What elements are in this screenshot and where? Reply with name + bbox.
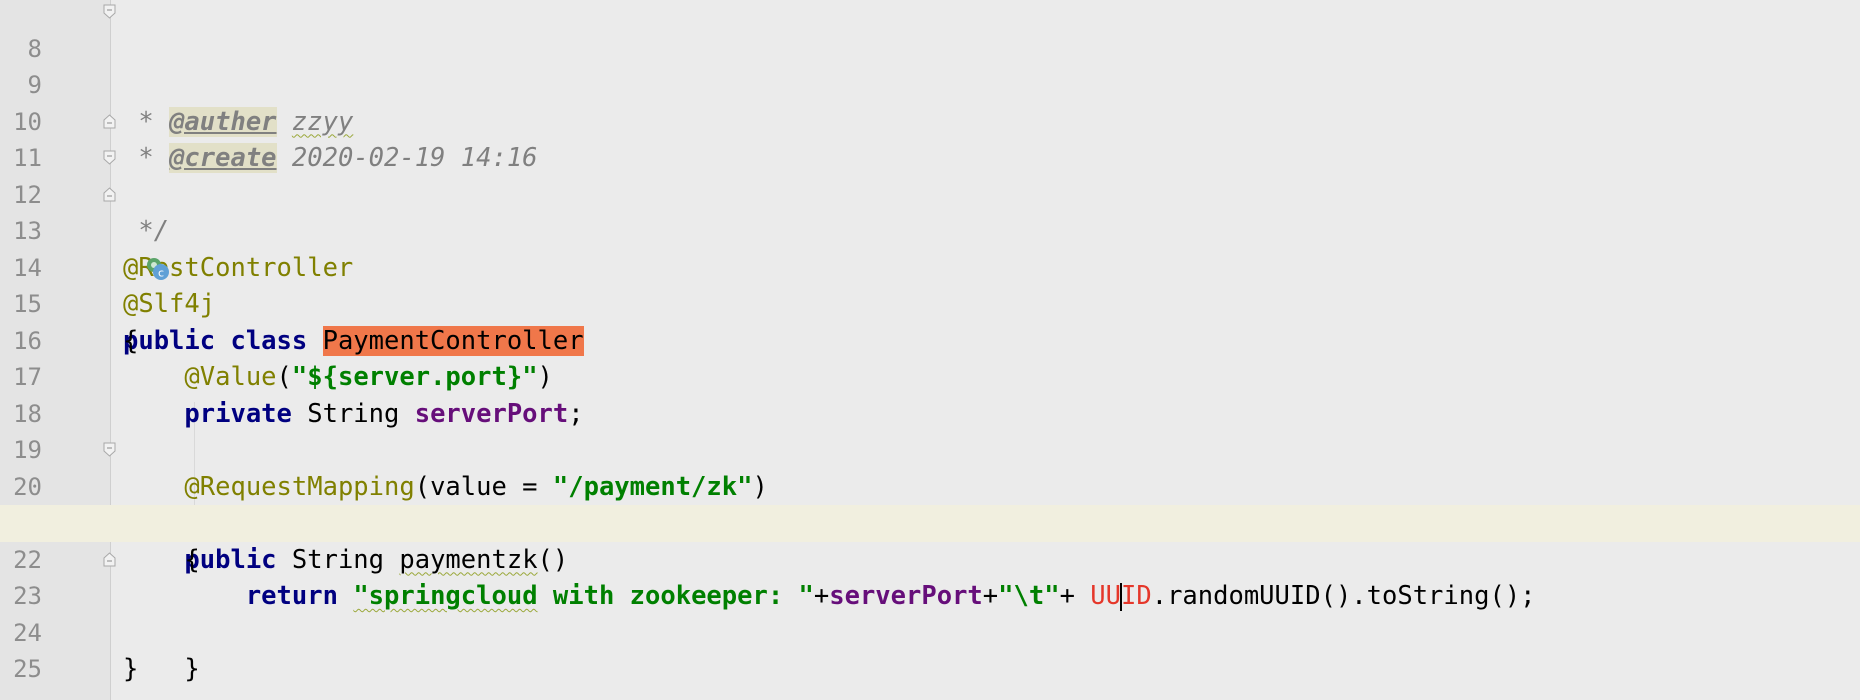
code-line-12[interactable]: 12 @RestController: [0, 140, 1860, 283]
code-line-10[interactable]: 10 * @create 2020-02-19 14:16: [0, 67, 1860, 173]
code-line-24[interactable]: 24 }: [0, 578, 1860, 685]
code-line-8[interactable]: 8 /**: [0, 0, 1860, 173]
fold-end-marker-icon[interactable]: [103, 113, 116, 129]
code-line-18[interactable]: 18: [0, 359, 1860, 428]
code-line-25[interactable]: 25: [0, 615, 1860, 683]
fold-marker-icon[interactable]: [103, 4, 116, 19]
code-line-13[interactable]: 13 @Slf4j: [0, 177, 1860, 319]
code-line-23[interactable]: 23 }: [0, 542, 1860, 684]
code-line-19[interactable]: 19 @RequestMapping(value = "/payment/zk"…: [0, 396, 1860, 502]
code-line-14[interactable]: 14 c public class PaymentController: [0, 213, 1860, 356]
fold-end-marker-icon[interactable]: [103, 551, 116, 567]
code-line-22-current[interactable]: 22 return "springcloud with zookeeper: "…: [0, 505, 1860, 611]
close-brace: }: [123, 654, 139, 684]
code-line-9[interactable]: 9 * @auther zzyy: [0, 31, 1860, 137]
code-line-20[interactable]: 20 public String paymentzk(): [0, 432, 1860, 575]
fold-marker-icon[interactable]: [103, 150, 116, 165]
fold-marker-icon[interactable]: [103, 442, 116, 457]
code-line-21[interactable]: 21 {: [0, 469, 1860, 575]
code-line-15[interactable]: 15 {: [0, 250, 1860, 356]
line-number: 25: [13, 655, 42, 683]
code-line-16[interactable]: 16 @Value("${server.port}"): [0, 286, 1860, 393]
code-line-17[interactable]: 17 private String serverPort;: [0, 323, 1860, 429]
fold-end-marker-icon[interactable]: [103, 186, 116, 202]
code-editor[interactable]: 8 /** 9 * @auther zzyy 10 * @create 2020…: [0, 0, 1860, 700]
run-class-icon[interactable]: c: [52, 219, 170, 280]
code-line-11[interactable]: 11 */: [0, 104, 1860, 246]
